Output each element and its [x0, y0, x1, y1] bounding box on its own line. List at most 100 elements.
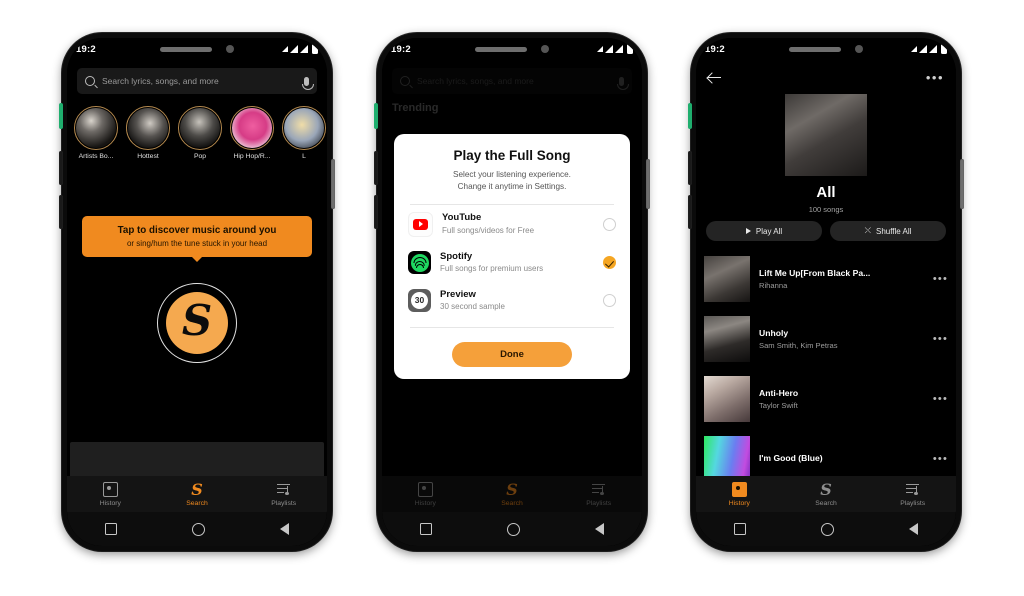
phone1-volume-down-button[interactable] [59, 195, 63, 229]
play-all-label: Play All [755, 226, 783, 236]
dialog-divider-bottom [410, 327, 614, 329]
dialog-title: Play the Full Song [453, 148, 571, 163]
microphone-icon[interactable] [301, 76, 314, 90]
track-more-icon[interactable]: ••• [933, 273, 948, 285]
story-item-3[interactable]: Hip Hop/R... [229, 106, 275, 160]
dialog-subtitle-line1: Select your listening experience. [453, 170, 571, 179]
search-input[interactable]: Search lyrics, songs, and more [77, 68, 317, 94]
option-preview-radio[interactable] [603, 293, 616, 307]
nav-item-search[interactable]: S Search [469, 479, 556, 507]
track-art [704, 376, 750, 422]
phone3-volume-down-button[interactable] [688, 195, 692, 229]
search-placeholder: Search lyrics, songs, and more [102, 76, 219, 86]
nav-label-playlists: Playlists [900, 499, 926, 507]
nav-label-search: Search [501, 499, 523, 507]
phone-1-bezel: 19:2 Search lyrics, songs, and more Arti… [67, 38, 327, 546]
back-arrow-icon[interactable] [708, 71, 721, 84]
option-preview-text: Preview 30 second sample [440, 289, 594, 313]
phone3-power-button[interactable] [960, 159, 964, 209]
nav-item-playlists[interactable]: Playlists [240, 482, 327, 507]
story-item-2[interactable]: Pop [177, 106, 223, 160]
story-thumbnail [232, 108, 272, 148]
preview-30-icon: 30 [408, 288, 431, 312]
option-spotify-desc: Full songs for premium users [440, 264, 544, 274]
done-button[interactable]: Done [452, 342, 572, 368]
story-label: L [302, 153, 306, 160]
nav-item-search[interactable]: S Search [154, 481, 241, 507]
story-thumbnail [76, 108, 116, 148]
track-more-icon[interactable]: ••• [933, 333, 948, 345]
shazam-listen-button[interactable]: S [157, 283, 237, 363]
phone1-bottom-nav: History S Search Playlists [67, 476, 327, 512]
phone2-volume-up-button[interactable] [374, 151, 378, 185]
playlist-top-bar: ••• [696, 66, 956, 88]
shazam-s-icon: S [506, 479, 518, 499]
story-item-1[interactable]: Hottest [125, 106, 171, 160]
back-triangle-icon[interactable] [280, 523, 290, 535]
nav-item-playlists[interactable]: Playlists [869, 482, 956, 507]
option-youtube-radio[interactable] [603, 217, 616, 231]
phone2-volume-down-button[interactable] [374, 195, 378, 229]
battery-icon [627, 42, 633, 54]
status-icons [597, 42, 633, 54]
more-options-icon[interactable]: ••• [926, 71, 944, 84]
recents-square-icon[interactable] [733, 523, 746, 535]
story-thumbnail [284, 108, 324, 148]
track-title: Anti-Hero [759, 388, 799, 398]
battery-icon [941, 42, 947, 54]
tap-banner-pointer [191, 256, 203, 263]
play-all-button[interactable]: Play All [706, 221, 822, 241]
phone1-power-button[interactable] [331, 159, 335, 209]
recents-square-icon[interactable] [104, 523, 117, 535]
phone1-assistant-button[interactable] [59, 103, 63, 129]
track-row[interactable]: Anti-Hero Taylor Swift ••• [704, 372, 948, 426]
story-item-0[interactable]: Artists Bo... [73, 106, 119, 160]
phone2-assistant-button[interactable] [374, 103, 378, 129]
option-preview[interactable]: 30 Preview 30 second sample [394, 282, 630, 320]
track-row[interactable]: Lift Me Up[From Black Pa... Rihanna ••• [704, 252, 948, 306]
history-icon [67, 482, 154, 498]
phone2-power-button[interactable] [646, 159, 650, 209]
nav-item-search[interactable]: S Search [783, 481, 870, 507]
front-camera-icon [541, 45, 549, 53]
status-clock: 19:2 [705, 43, 725, 55]
track-more-icon[interactable]: ••• [933, 453, 948, 465]
nav-item-history[interactable]: History [696, 482, 783, 507]
option-preview-name: Preview [440, 288, 476, 300]
phone3-volume-up-button[interactable] [688, 151, 692, 185]
nav-item-history[interactable]: History [67, 482, 154, 507]
story-thumbnail [128, 108, 168, 148]
home-circle-icon[interactable] [191, 522, 205, 536]
back-triangle-icon[interactable] [909, 523, 919, 535]
option-youtube[interactable]: YouTube Full songs/videos for Free [394, 205, 630, 244]
play-triangle-icon [745, 228, 751, 234]
shuffle-all-button[interactable]: ⤬ Shuffle All [830, 221, 946, 241]
recents-square-icon[interactable] [419, 523, 432, 535]
back-triangle-icon[interactable] [595, 523, 605, 535]
phone3-notch [758, 38, 894, 60]
story-item-4[interactable]: L [281, 106, 327, 160]
screenshot-canvas: 19:2 Search lyrics, songs, and more Arti… [0, 0, 1024, 596]
track-more-icon[interactable]: ••• [933, 393, 948, 405]
phone1-app-content: Search lyrics, songs, and more Artists B… [67, 38, 327, 512]
front-camera-icon [226, 45, 234, 53]
tap-to-discover-banner[interactable]: Tap to discover music around you or sing… [82, 216, 312, 263]
home-circle-icon[interactable] [506, 522, 520, 536]
signal-bars-icon-2 [919, 45, 927, 53]
playlists-icon [555, 482, 642, 498]
battery-icon [312, 42, 318, 54]
option-spotify[interactable]: Spotify Full songs for premium users [394, 244, 630, 282]
nav-item-playlists[interactable]: Playlists [555, 482, 642, 507]
phone2-android-nav [382, 512, 642, 546]
phone3-assistant-button[interactable] [688, 103, 692, 129]
story-label: Hip Hop/R... [233, 153, 271, 160]
phone-2-bezel: 19:2 Search lyrics, songs, and more [382, 38, 642, 546]
status-icons [282, 42, 318, 54]
status-clock: 19:2 [391, 43, 411, 55]
spotify-icon [408, 251, 431, 275]
home-circle-icon[interactable] [820, 522, 834, 536]
option-spotify-radio[interactable] [603, 256, 616, 270]
nav-item-history[interactable]: History [382, 482, 469, 507]
phone1-volume-up-button[interactable] [59, 151, 63, 185]
track-row[interactable]: Unholy Sam Smith, Kim Petras ••• [704, 312, 948, 366]
